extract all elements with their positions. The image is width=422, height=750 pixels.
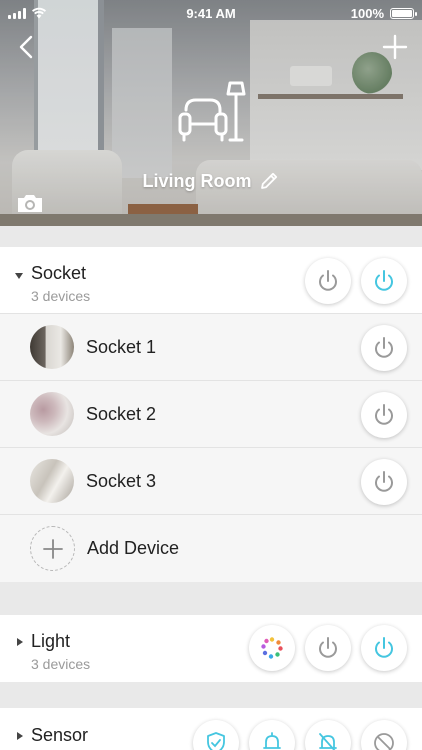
pencil-icon[interactable] — [258, 170, 280, 192]
shield-check-icon — [207, 732, 225, 750]
group-title: Light — [31, 631, 71, 651]
power-icon — [375, 404, 393, 425]
battery-icon — [390, 8, 417, 19]
bell-icon — [263, 732, 281, 749]
armchair-lamp-icon — [178, 81, 246, 142]
alarm-bell-button[interactable] — [249, 720, 295, 750]
plus-icon[interactable] — [382, 34, 408, 60]
group-header-socket[interactable]: Socket 3 devices — [0, 247, 422, 314]
mute-button[interactable] — [305, 720, 351, 750]
device-row-socket-2[interactable]: Socket 2 — [0, 381, 422, 448]
bell-off-icon — [319, 733, 337, 750]
device-power-button[interactable] — [361, 459, 407, 505]
device-row-socket-1[interactable]: Socket 1 — [0, 314, 422, 381]
room-name-label: Living Room — [142, 170, 252, 191]
group-power-off-button[interactable] — [305, 258, 351, 304]
color-palette-button[interactable] — [249, 625, 295, 671]
group-power-off-button[interactable] — [305, 625, 351, 671]
power-icon — [375, 637, 393, 658]
group-power-on-button[interactable] — [361, 625, 407, 671]
caret-right-icon[interactable] — [17, 732, 23, 740]
power-icon — [375, 471, 393, 492]
add-device-row[interactable]: Add Device — [0, 515, 422, 582]
caret-down-icon[interactable] — [15, 273, 23, 279]
device-thumbnail — [30, 392, 74, 436]
group-header-light[interactable]: Light 3 devices — [0, 615, 422, 682]
disable-button[interactable] — [361, 720, 407, 750]
group-subtitle: 3 devices — [31, 656, 91, 672]
device-name: Socket 2 — [86, 404, 157, 424]
block-icon — [374, 733, 394, 750]
device-name: Socket 1 — [86, 337, 157, 357]
chevron-left-icon[interactable] — [14, 34, 40, 60]
device-name: Socket 3 — [86, 471, 157, 491]
group-subtitle: 3 devices — [31, 288, 91, 304]
arm-shield-button[interactable] — [193, 720, 239, 750]
caret-right-icon[interactable] — [17, 638, 23, 646]
device-power-button[interactable] — [361, 325, 407, 371]
camera-icon[interactable] — [16, 192, 44, 214]
device-row-socket-3[interactable]: Socket 3 — [0, 448, 422, 515]
room-header: 9:41 AM 100% Living Room — [0, 0, 422, 226]
power-icon — [319, 637, 337, 658]
plus-icon — [42, 538, 63, 559]
group-light: Light 3 devices — [0, 615, 422, 682]
power-icon — [375, 270, 393, 291]
group-header-sensor[interactable]: Sensor — [0, 708, 422, 750]
group-power-on-button[interactable] — [361, 258, 407, 304]
device-thumbnail — [30, 459, 74, 503]
device-thumbnail — [30, 325, 74, 369]
group-sensor: Sensor — [0, 708, 422, 750]
group-socket: Socket 3 devices Socket 1 Socket 2 Socke… — [0, 247, 422, 582]
add-device-button[interactable] — [30, 526, 75, 571]
group-title: Socket — [31, 263, 87, 283]
status-bar: 9:41 AM 100% — [0, 0, 422, 26]
power-icon — [319, 270, 337, 291]
room-title: Living Room — [0, 170, 422, 192]
power-icon — [375, 337, 393, 358]
add-device-label: Add Device — [87, 538, 180, 558]
color-dots-icon — [261, 637, 283, 659]
group-title: Sensor — [31, 725, 89, 745]
battery-percent: 100% — [350, 6, 384, 21]
device-power-button[interactable] — [361, 392, 407, 438]
